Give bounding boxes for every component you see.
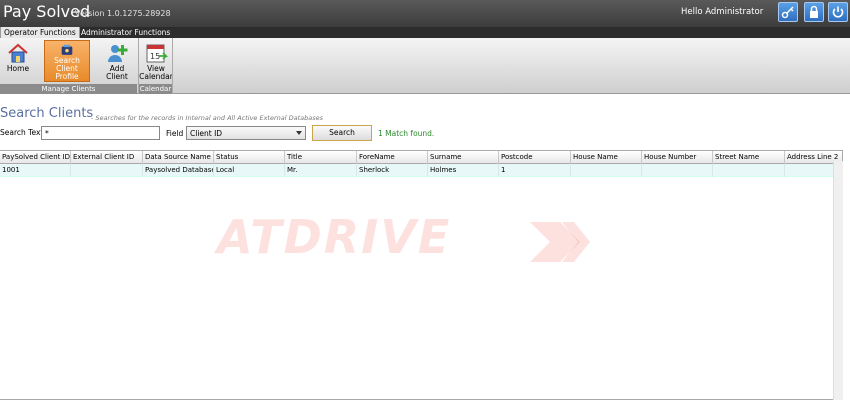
column-header[interactable]: House Name bbox=[571, 151, 642, 164]
column-header[interactable]: ForeName bbox=[357, 151, 428, 164]
view-calendar-label-2: Calendar bbox=[139, 72, 173, 81]
cell-title: Mr. bbox=[285, 164, 357, 177]
calendar-icon: 15 bbox=[146, 44, 168, 63]
vertical-scrollbar[interactable] bbox=[833, 161, 843, 400]
group-label-manage-clients: Manage Clients bbox=[0, 84, 137, 94]
key-button[interactable] bbox=[778, 2, 798, 22]
add-client-icon bbox=[108, 45, 128, 62]
field-label: Field bbox=[166, 129, 184, 138]
key-icon bbox=[781, 6, 794, 19]
cell-data-source: Paysolved Database bbox=[143, 164, 214, 177]
field-select[interactable]: Client ID bbox=[186, 126, 306, 140]
watermark: ATDRIVE bbox=[217, 210, 452, 264]
cell-street-name bbox=[713, 164, 785, 177]
column-header[interactable]: PaySolved Client ID bbox=[0, 151, 71, 164]
cell-postcode: 1 bbox=[499, 164, 571, 177]
group-label-calendar: Calendar bbox=[139, 84, 172, 94]
table-row[interactable]: 1001 Paysolved Database Local Mr. Sherlo… bbox=[0, 164, 842, 177]
column-header[interactable]: Title bbox=[285, 151, 357, 164]
group-manage-clients: Home Search Client Profile Add Client Ma… bbox=[0, 38, 137, 94]
search-client-profile-button[interactable]: Search Client Profile bbox=[44, 40, 90, 82]
cell-client-id: 1001 bbox=[0, 164, 71, 177]
ribbon: Home Search Client Profile Add Client Ma… bbox=[0, 38, 850, 94]
cell-house-name bbox=[571, 164, 642, 177]
search-client-label-1: Search Client bbox=[54, 56, 80, 73]
search-client-icon bbox=[61, 44, 73, 55]
column-header[interactable]: Status bbox=[214, 151, 285, 164]
title-bar: Pay Solved Version 1.0.1275.28928 Hello … bbox=[0, 0, 850, 27]
app-version: Version 1.0.1275.28928 bbox=[75, 9, 171, 18]
column-header[interactable]: Street Name bbox=[713, 151, 785, 164]
column-header[interactable]: External Client ID bbox=[71, 151, 143, 164]
cell-surname: Holmes bbox=[428, 164, 499, 177]
ribbon-tabs: Operator Functions Administrator Functio… bbox=[0, 27, 850, 38]
svg-text:15: 15 bbox=[150, 52, 160, 61]
column-header[interactable]: Surname bbox=[428, 151, 499, 164]
field-select-value: Client ID bbox=[190, 129, 223, 138]
home-icon bbox=[8, 43, 28, 63]
group-calendar: 15 View Calendar Calendar bbox=[139, 38, 173, 94]
search-client-label-2: Profile bbox=[55, 72, 79, 81]
column-header[interactable]: House Number bbox=[642, 151, 713, 164]
column-header[interactable]: Data Source Name bbox=[143, 151, 214, 164]
search-text-label: Search Text bbox=[0, 128, 44, 137]
power-button[interactable] bbox=[828, 2, 848, 22]
search-text-input[interactable] bbox=[41, 126, 160, 140]
match-count: 1 Match found. bbox=[378, 129, 435, 138]
results-grid: PaySolved Client ID External Client ID D… bbox=[0, 150, 843, 400]
tab-operator-functions[interactable]: Operator Functions bbox=[0, 27, 80, 38]
grid-header: PaySolved Client ID External Client ID D… bbox=[0, 151, 842, 164]
column-header[interactable]: Postcode bbox=[499, 151, 571, 164]
user-greeting: Hello Administrator bbox=[681, 7, 764, 17]
power-icon bbox=[832, 6, 844, 18]
view-calendar-button[interactable]: 15 View Calendar bbox=[139, 40, 173, 82]
cell-forename: Sherlock bbox=[357, 164, 428, 177]
cell-house-number bbox=[642, 164, 713, 177]
add-client-button[interactable]: Add Client bbox=[98, 40, 136, 82]
page-title: Search Clients bbox=[0, 106, 94, 121]
cell-external-id bbox=[71, 164, 143, 177]
add-client-label: Add Client bbox=[106, 64, 128, 81]
lock-icon bbox=[810, 5, 818, 18]
home-label: Home bbox=[6, 64, 30, 73]
tab-administrator-functions[interactable]: Administrator Functions bbox=[78, 27, 173, 38]
home-button[interactable]: Home bbox=[4, 40, 32, 82]
lock-button[interactable] bbox=[804, 2, 824, 22]
watermark-stripes-icon bbox=[530, 222, 590, 262]
chevron-down-icon bbox=[296, 131, 302, 135]
page-subtitle: - Searches for the records in Internal a… bbox=[91, 114, 324, 122]
search-button[interactable]: Search bbox=[312, 125, 372, 141]
cell-status: Local bbox=[214, 164, 285, 177]
group-separator-2 bbox=[172, 38, 173, 94]
